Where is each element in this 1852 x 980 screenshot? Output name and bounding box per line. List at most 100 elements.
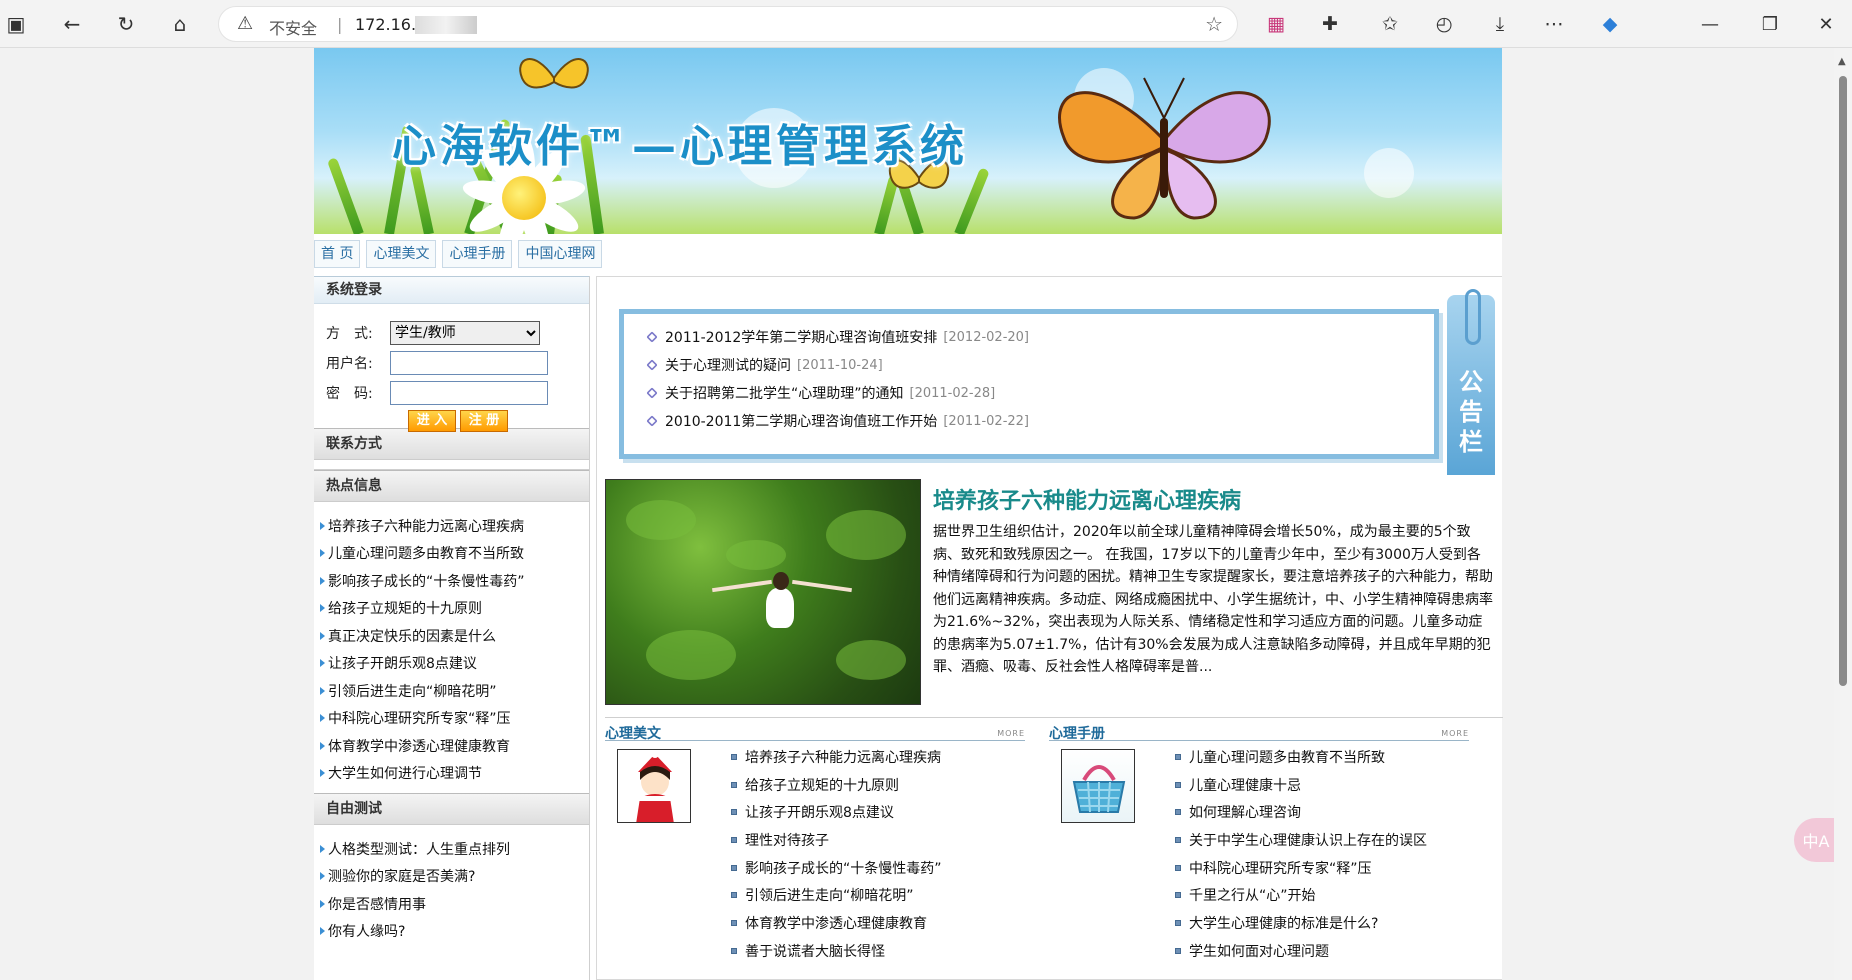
feature-summary: 据世界卫生组织估计，2020年以前全球儿童精神障碍会增长50%，成为最主要的5个… (933, 524, 1493, 675)
login-heading: 系统登录 (314, 276, 589, 304)
download-icon[interactable]: ⤓ (1484, 8, 1516, 40)
contact-heading: 联系方式 (314, 428, 589, 460)
list-item[interactable]: 让孩子开朗乐观8点建议 (731, 798, 1031, 826)
banner-title: 心海软件™—心理管理系统 (392, 121, 968, 172)
handbook-more-link[interactable]: MORE (1441, 729, 1469, 738)
address-bar[interactable]: ⚠ 不安全 | 172.16. ☆ (218, 6, 1238, 42)
list-item[interactable]: 影响孩子成长的“十条慢性毒药” (731, 854, 1031, 882)
notice-item[interactable]: 2011-2012学年第二学期心理咨询值班安排 [2012-02-20] (646, 323, 1029, 351)
articles-thumbnail (617, 749, 691, 823)
password-label: 密 码: (326, 386, 373, 402)
history-icon[interactable]: ◴ (1428, 8, 1460, 40)
list-item[interactable]: 影响孩子成长的“十条慢性毒药” (320, 567, 589, 595)
list-item[interactable]: 学生如何面对心理问题 (1175, 937, 1475, 965)
notice-item[interactable]: 关于招聘第二批学生“心理助理”的通知 [2011-02-28] (646, 379, 1029, 407)
page-scrollbar[interactable]: ▲ (1834, 48, 1852, 980)
refresh-icon[interactable]: ↻ (110, 8, 142, 40)
notice-item[interactable]: 关于心理测试的疑问 [2011-10-24] (646, 351, 1029, 379)
list-item[interactable]: 千里之行从“心”开始 (1175, 881, 1475, 909)
list-item[interactable]: 中科院心理研究所专家“释”压 (320, 705, 589, 733)
more-icon[interactable]: ⋯ (1538, 8, 1570, 40)
password-input[interactable] (390, 381, 548, 405)
list-item[interactable]: 培养孩子六种能力远离心理疾病 (731, 743, 1031, 771)
list-item[interactable]: 给孩子立规矩的十九原则 (320, 595, 589, 623)
list-item[interactable]: 测验你的家庭是否美满? (320, 863, 589, 891)
list-item[interactable]: 理性对待孩子 (731, 826, 1031, 854)
copilot-icon[interactable]: ◆ (1594, 8, 1626, 40)
list-item[interactable]: 儿童心理问题多由教育不当所致 (320, 540, 589, 568)
list-item[interactable]: 人格类型测试：人生重点排列 (320, 835, 589, 863)
close-icon[interactable]: ✕ (1806, 8, 1846, 40)
contact-body (314, 460, 589, 470)
banner: 心海软件™—心理管理系统 (314, 48, 1502, 234)
handbook-section: 心理手册 MORE 儿童心理问题多由教育不当所致 儿童心理健康十忌 如何理解心理… (1049, 723, 1469, 960)
feature-title[interactable]: 培养孩子六种能力远离心理疾病 (933, 483, 1241, 515)
list-item[interactable]: 真正决定快乐的因素是什么 (320, 622, 589, 650)
list-item[interactable]: 引领后进生走向“柳暗花明” (320, 677, 589, 705)
nav-china-psych[interactable]: 中国心理网 (518, 240, 603, 268)
articles-section: 心理美文 MORE 培养孩子六种能力远离心理疾病 给孩子立规矩的十九原则 让孩子… (605, 723, 1025, 960)
articles-list: 培养孩子六种能力远离心理疾病 给孩子立规矩的十九原则 让孩子开朗乐观8点建议 理… (731, 743, 1031, 965)
list-item[interactable]: 善于说谎者大脑长得怪 (731, 937, 1031, 965)
extensions-icon[interactable]: ✚ (1314, 8, 1346, 40)
list-item[interactable]: 引领后进生走向“柳暗花明” (731, 881, 1031, 909)
back-icon[interactable]: ← (56, 8, 88, 40)
freetest-list: 人格类型测试：人生重点排列 测验你的家庭是否美满? 你是否感情用事 你有人缘吗? (314, 825, 589, 951)
login-form: 方 式: 学生/教师 用户名: 密 码: 进 入 注 册 (314, 304, 589, 432)
list-item[interactable]: 儿童心理健康十忌 (1175, 771, 1475, 799)
scrollbar-thumb[interactable] (1839, 76, 1847, 686)
translate-icon[interactable]: ▦ (1260, 8, 1292, 40)
list-item[interactable]: 你有人缘吗? (320, 918, 589, 946)
favorite-star-icon[interactable]: ☆ (1205, 12, 1223, 36)
minimize-icon[interactable]: — (1690, 8, 1730, 40)
list-item[interactable]: 大学生心理健康的标准是什么? (1175, 909, 1475, 937)
notice-bullet-icon (646, 415, 658, 427)
notice-bullet-icon (646, 359, 658, 371)
url-text: 172.16. (355, 15, 417, 34)
scroll-up-icon[interactable]: ▲ (1838, 56, 1846, 67)
nav-handbook[interactable]: 心理手册 (442, 240, 513, 268)
username-input[interactable] (390, 351, 548, 375)
list-item[interactable]: 体育教学中渗透心理健康教育 (320, 732, 589, 760)
articles-more-link[interactable]: MORE (997, 729, 1025, 738)
list-item[interactable]: 关于中学生心理健康认识上存在的误区 (1175, 826, 1475, 854)
articles-heading: 心理美文 (605, 726, 661, 742)
home-icon[interactable]: ⌂ (164, 8, 196, 40)
favorites-icon[interactable]: ✩ (1374, 8, 1406, 40)
notice-item[interactable]: 2010-2011第二学期心理咨询值班工作开始 [2011-02-22] (646, 407, 1029, 435)
list-item[interactable]: 给孩子立规矩的十九原则 (731, 771, 1031, 799)
web-viewport: 心海软件™—心理管理系统 首 页 心理美文 心理手册 中国心理网 系统登录 方 … (0, 48, 1834, 980)
nav-articles[interactable]: 心理美文 (366, 240, 437, 268)
page-container: 心海软件™—心理管理系统 首 页 心理美文 心理手册 中国心理网 系统登录 方 … (314, 48, 1503, 980)
browser-toolbar: ▣ ← ↻ ⌂ ⚠ 不安全 | 172.16. ☆ ▦ ✚ ✩ ◴ ⤓ ⋯ ◆ … (0, 0, 1852, 48)
mode-select[interactable]: 学生/教师 (390, 321, 540, 345)
nav-home[interactable]: 首 页 (314, 240, 361, 268)
top-nav: 首 页 心理美文 心理手册 中国心理网 (314, 240, 603, 268)
notice-tab-char: 公 (1459, 368, 1483, 396)
main-content: 公 告 栏 2011-2012学年第二学期心理咨询值班安排 [2012-02-20… (596, 276, 1503, 980)
feature-image[interactable] (605, 479, 921, 705)
translate-float-icon[interactable]: 中A (1794, 818, 1834, 862)
list-item[interactable]: 中科院心理研究所专家“释”压 (1175, 854, 1475, 882)
list-item[interactable]: 培养孩子六种能力远离心理疾病 (320, 512, 589, 540)
notice-board: 公 告 栏 2011-2012学年第二学期心理咨询值班安排 [2012-02-20… (619, 289, 1495, 475)
list-item[interactable]: 大学生如何进行心理调节 (320, 760, 589, 788)
list-item[interactable]: 儿童心理问题多由教育不当所致 (1175, 743, 1475, 771)
tabs-icon[interactable]: ▣ (0, 8, 32, 40)
security-label: 不安全 (269, 19, 318, 38)
list-item[interactable]: 让孩子开朗乐观8点建议 (320, 650, 589, 678)
enter-button[interactable]: 进 入 (408, 410, 456, 432)
handbook-thumbnail (1061, 749, 1135, 823)
paperclip-icon (1465, 289, 1481, 345)
left-sidebar: 系统登录 方 式: 学生/教师 用户名: 密 码: 进 入 注 册 联系方式 热… (314, 276, 590, 980)
list-item[interactable]: 你是否感情用事 (320, 890, 589, 918)
username-label: 用户名: (326, 356, 373, 372)
mode-label: 方 式: (326, 326, 373, 342)
list-item[interactable]: 如何理解心理咨询 (1175, 798, 1475, 826)
register-button[interactable]: 注 册 (460, 410, 508, 432)
list-item[interactable]: 体育教学中渗透心理健康教育 (731, 909, 1031, 937)
restore-icon[interactable]: ❐ (1750, 8, 1790, 40)
hot-heading: 热点信息 (314, 470, 589, 502)
warning-icon: ⚠ (237, 13, 254, 34)
hot-list: 培养孩子六种能力远离心理疾病 儿童心理问题多由教育不当所致 影响孩子成长的“十条… (314, 502, 589, 793)
